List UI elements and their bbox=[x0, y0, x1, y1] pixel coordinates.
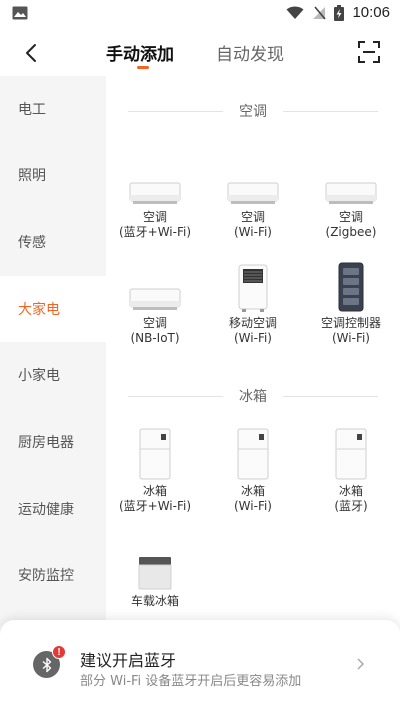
device-card[interactable]: 冰箱 (蓝牙) bbox=[302, 428, 400, 514]
device-protocol: (Zigbee) bbox=[325, 225, 377, 239]
device-name: 空调 bbox=[142, 210, 167, 224]
tab-manual-add[interactable]: 手动添加 bbox=[106, 40, 174, 65]
device-name: 冰箱 bbox=[240, 484, 265, 498]
sidebar-item-security[interactable]: 安防监控 bbox=[0, 542, 106, 608]
device-name: 冰箱 bbox=[142, 484, 167, 498]
back-arrow-icon bbox=[26, 44, 36, 62]
device-protocol: (Wi-Fi) bbox=[234, 225, 272, 239]
warning-badge-icon: ! bbox=[52, 645, 66, 659]
bluetooth-suggestion-sheet[interactable]: ! 建议开启蓝牙 部分 Wi-Fi 设备蓝牙开启后更容易添加 bbox=[0, 620, 400, 711]
sidebar-item-large-appliances[interactable]: 大家电 bbox=[0, 276, 106, 342]
sidebar-item-label: 厨房电器 bbox=[18, 435, 74, 451]
device-protocol: (蓝牙+Wi-Fi) bbox=[118, 225, 192, 239]
signal-off-icon bbox=[313, 5, 327, 20]
device-card[interactable]: 空调 (Wi-Fi) bbox=[204, 154, 302, 240]
active-tab-indicator bbox=[137, 66, 149, 69]
scan-icon[interactable] bbox=[357, 40, 381, 64]
device-name: 空调 bbox=[338, 210, 363, 224]
device-name: 空调 bbox=[142, 316, 167, 330]
fridge-icon bbox=[237, 428, 269, 480]
wall-ac-icon bbox=[129, 182, 181, 204]
section-header: 空调 bbox=[128, 101, 378, 121]
sheet-title: 建议开启蓝牙 bbox=[80, 651, 177, 670]
portable-ac-icon bbox=[238, 264, 268, 312]
sidebar-item-sensors[interactable]: 传感 bbox=[0, 209, 106, 275]
sidebar-item-electrician[interactable]: 电工 bbox=[0, 76, 106, 142]
device-name: 空调 bbox=[240, 210, 265, 224]
car-fridge-icon bbox=[138, 557, 172, 590]
sidebar-item-kitchen[interactable]: 厨房电器 bbox=[0, 409, 106, 475]
section-title: 空调 bbox=[239, 104, 267, 120]
sidebar-item-label: 大家电 bbox=[18, 302, 60, 318]
battery-charging-icon bbox=[334, 4, 345, 21]
device-card[interactable]: 空调 (NB-IoT) bbox=[106, 260, 204, 346]
device-protocol: (NB-IoT) bbox=[130, 331, 180, 345]
fridge-icon bbox=[139, 428, 171, 480]
status-bar: 10:06 bbox=[0, 0, 400, 28]
device-card[interactable]: 冰箱 (Wi-Fi) bbox=[204, 428, 302, 514]
sidebar-item-small-appliances[interactable]: 小家电 bbox=[0, 342, 106, 408]
sidebar-item-label: 电工 bbox=[18, 102, 46, 118]
chevron-right-icon[interactable] bbox=[356, 657, 366, 671]
sidebar-item-label: 安防监控 bbox=[18, 568, 74, 584]
device-card[interactable]: 空调控制器 (Wi-Fi) bbox=[302, 260, 400, 346]
device-protocol: (Wi-Fi) bbox=[234, 331, 272, 345]
wall-ac-icon bbox=[129, 288, 181, 310]
sidebar-item-lighting[interactable]: 照明 bbox=[0, 142, 106, 208]
device-name: 空调控制器 bbox=[320, 316, 381, 330]
device-name: 冰箱 bbox=[338, 484, 363, 498]
section-header: 冰箱 bbox=[128, 386, 378, 406]
sidebar-item-fitness[interactable]: 运动健康 bbox=[0, 476, 106, 542]
device-card[interactable]: 空调 (蓝牙+Wi-Fi) bbox=[106, 154, 204, 240]
fridge-icon bbox=[335, 428, 367, 480]
image-notification-icon bbox=[12, 6, 28, 20]
sidebar-item-label: 小家电 bbox=[18, 368, 60, 384]
sidebar-item-label: 传感 bbox=[18, 235, 46, 251]
header: 手动添加 自动发现 bbox=[0, 28, 400, 76]
sidebar-item-label: 照明 bbox=[18, 168, 46, 184]
device-protocol: (Wi-Fi) bbox=[332, 331, 370, 345]
device-protocol: (蓝牙) bbox=[334, 499, 368, 513]
category-sidebar: 电工 照明 传感 大家电 小家电 厨房电器 运动健康 安防监控 bbox=[0, 76, 106, 636]
sidebar-item-label: 运动健康 bbox=[18, 502, 74, 518]
section-title: 冰箱 bbox=[239, 389, 267, 405]
device-name: 车载冰箱 bbox=[130, 594, 179, 608]
wifi-icon bbox=[286, 6, 304, 19]
tab-auto-discover[interactable]: 自动发现 bbox=[216, 40, 284, 65]
device-card[interactable]: 移动空调 (Wi-Fi) bbox=[204, 260, 302, 346]
clock: 10:06 bbox=[352, 4, 390, 21]
device-protocol: (蓝牙+Wi-Fi) bbox=[118, 499, 192, 513]
device-card[interactable]: 空调 (Zigbee) bbox=[302, 154, 400, 240]
device-card[interactable]: 车载冰箱 bbox=[106, 538, 204, 609]
wall-ac-icon bbox=[227, 182, 279, 204]
device-name: 移动空调 bbox=[228, 316, 277, 330]
sheet-subtitle: 部分 Wi-Fi 设备蓝牙开启后更容易添加 bbox=[80, 674, 302, 689]
device-list: 空调 空调 (蓝牙+Wi-Fi) 空调 (Wi-Fi) 空调 (Zigbee) … bbox=[106, 76, 400, 636]
back-button[interactable] bbox=[18, 40, 44, 66]
ac-controller-icon bbox=[338, 262, 364, 312]
device-card[interactable]: 冰箱 (蓝牙+Wi-Fi) bbox=[106, 428, 204, 514]
wall-ac-icon bbox=[325, 182, 377, 204]
device-protocol: (Wi-Fi) bbox=[234, 499, 272, 513]
